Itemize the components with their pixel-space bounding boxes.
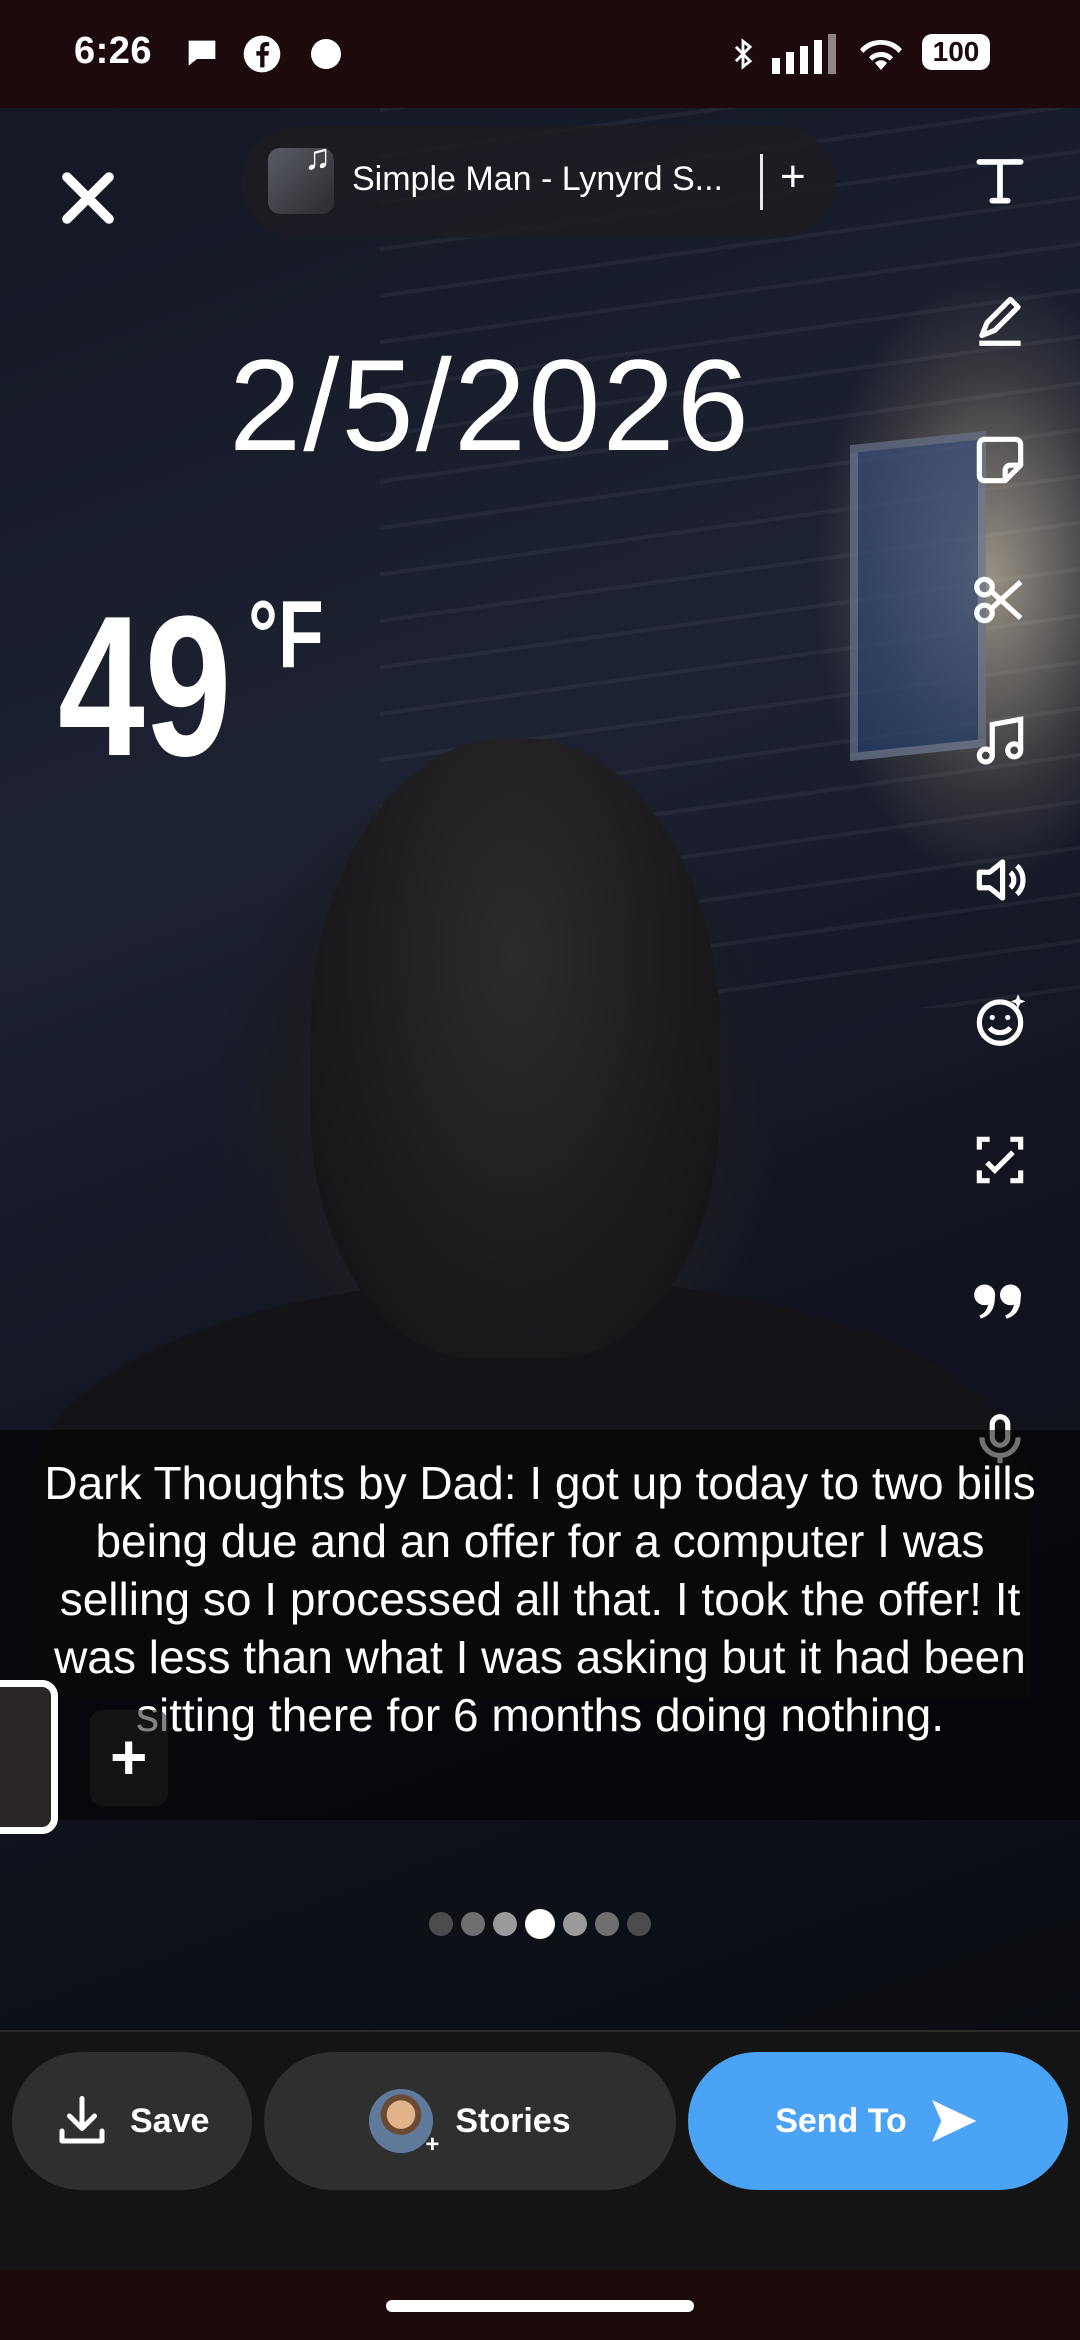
face-effects-button[interactable] <box>960 980 1040 1060</box>
page-dot <box>461 1912 485 1936</box>
temperature-unit[interactable]: °F <box>248 580 324 690</box>
page-indicator <box>0 1909 1080 1939</box>
temperature-value[interactable]: 49 <box>58 572 232 802</box>
facebook-icon <box>243 35 281 73</box>
page-dot <box>429 1912 453 1936</box>
scissors-icon <box>974 576 1023 624</box>
page-dot <box>563 1912 587 1936</box>
sound-tool-button[interactable] <box>960 840 1040 920</box>
close-icon[interactable] <box>52 162 124 234</box>
page-dot-active <box>525 1909 555 1939</box>
music-note-icon <box>976 716 1024 765</box>
face-effects-icon <box>976 994 1026 1046</box>
draw-tool-button[interactable] <box>960 280 1040 360</box>
quote-icon <box>974 1284 1021 1319</box>
music-tool-button[interactable] <box>960 700 1040 780</box>
music-title: Simple Man - Lynyrd S... <box>352 160 723 198</box>
save-button[interactable]: Save <box>12 2052 252 2190</box>
signal-icon <box>772 34 836 74</box>
plus-icon: + <box>425 2131 440 2158</box>
music-note-icon: ♫ <box>304 136 331 177</box>
stories-label: Stories <box>455 2101 571 2140</box>
media-thumbnail[interactable] <box>0 1680 58 1834</box>
status-time: 6:26 <box>74 30 153 72</box>
plus-icon: + <box>110 1721 148 1793</box>
page-dot <box>627 1912 651 1936</box>
home-indicator[interactable] <box>386 2300 694 2312</box>
person-head <box>310 738 720 1358</box>
text-tool-button[interactable] <box>960 140 1040 220</box>
send-arrow-icon <box>931 2100 977 2142</box>
divider <box>760 154 763 210</box>
stories-button[interactable]: + Stories <box>264 2052 676 2190</box>
battery-level: 100 <box>932 36 980 67</box>
wifi-icon <box>860 39 902 70</box>
add-media-button[interactable]: + <box>90 1710 168 1806</box>
chat-bubble-icon <box>188 40 216 66</box>
page-dot <box>595 1912 619 1936</box>
date-sticker[interactable]: 2/5/2026 <box>0 330 980 480</box>
scissors-tool-button[interactable] <box>960 560 1040 640</box>
battery-indicator: 100 <box>922 34 990 70</box>
pen-icon <box>979 296 1021 346</box>
avatar: + <box>369 2089 439 2158</box>
add-music-button[interactable]: + <box>780 152 806 202</box>
bottom-action-bar: Save + Stories Send To <box>0 2030 1080 2272</box>
scan-icon <box>976 1136 1024 1184</box>
page-dot <box>493 1912 517 1936</box>
bluetooth-icon <box>734 38 753 70</box>
caption-text: Dark Thoughts by Dad: I got up today to … <box>44 1457 1036 1741</box>
text-icon <box>976 159 1024 204</box>
scan-tool-button[interactable] <box>960 1120 1040 1200</box>
sticker-icon <box>976 436 1024 484</box>
download-icon <box>59 2096 105 2144</box>
music-pill[interactable]: ♫ Simple Man - Lynyrd S... + <box>242 126 836 238</box>
notification-dot-icon <box>311 39 341 69</box>
send-to-button[interactable]: Send To <box>688 2052 1068 2190</box>
status-bar: 6:26 100 <box>0 0 1080 108</box>
sticker-tool-button[interactable] <box>960 420 1040 500</box>
speaker-icon <box>976 859 1026 901</box>
save-label: Save <box>130 2101 210 2140</box>
send-to-label: Send To <box>775 2101 907 2140</box>
quote-tool-button[interactable] <box>960 1260 1040 1340</box>
